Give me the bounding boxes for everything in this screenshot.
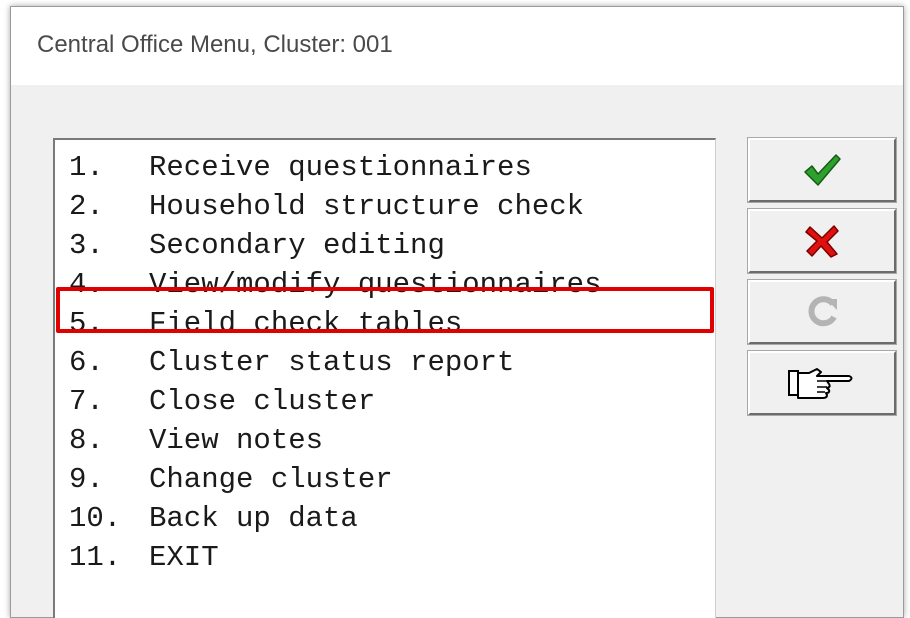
cancel-button[interactable] [747,208,897,274]
menu-item-8[interactable]: 8. View notes [69,421,323,460]
menu-item-7[interactable]: 7. Close cluster [69,382,375,421]
window-title: Central Office Menu, Cluster: 001 [37,31,393,58]
menu-item-6[interactable]: 6. Cluster status report [69,343,514,382]
title-bar: Central Office Menu, Cluster: 001 [11,7,903,85]
pointing-hand-icon [788,368,853,399]
menu-item-number: 8. [69,424,104,457]
menu-item-label: Secondary editing [149,229,445,262]
menu-item-number: 1. [69,151,104,184]
menu-item-number: 6. [69,346,104,379]
menu-item-label: Household structure check [149,190,585,223]
menu-item-label: Change cluster [149,463,393,496]
checkmark-icon [804,154,841,186]
menu-item-label: View notes [149,424,324,457]
menu-item-label: Close cluster [149,385,376,418]
menu-item-label: Cluster status report [149,346,515,379]
menu-item-number: 2. [69,190,104,223]
central-office-menu-window: Central Office Menu, Cluster: 001 1. Rece… [10,6,904,618]
menu-item-label: Receive questionnaires [149,151,532,184]
cross-icon [805,225,839,258]
menu-item-3[interactable]: 3. Secondary editing [69,226,445,265]
menu-item-label: EXIT [149,541,219,574]
pointer-button[interactable] [747,350,897,416]
menu-item-label: Back up data [149,502,358,535]
highlight-annotation [56,287,714,333]
menu-item-number: 7. [69,385,104,418]
menu-item-number: 11. [69,541,122,574]
menu-item-number: 9. [69,463,104,496]
menu-item-2[interactable]: 2. Household structure check [69,187,584,226]
ok-button[interactable] [747,137,897,203]
menu-item-9[interactable]: 9. Change cluster [69,460,393,499]
refresh-button[interactable] [747,279,897,345]
menu-item-number: 10. [69,502,122,535]
menu-item-10[interactable]: 10. Back up data [69,499,358,538]
menu-item-11[interactable]: 11. EXIT [69,538,219,577]
menu-item-number: 3. [69,229,104,262]
menu-listbox[interactable]: 1. Receive questionnaires 2. Household str… [53,138,716,618]
menu-item-1[interactable]: 1. Receive questionnaires [69,148,532,187]
refresh-icon [808,296,837,327]
